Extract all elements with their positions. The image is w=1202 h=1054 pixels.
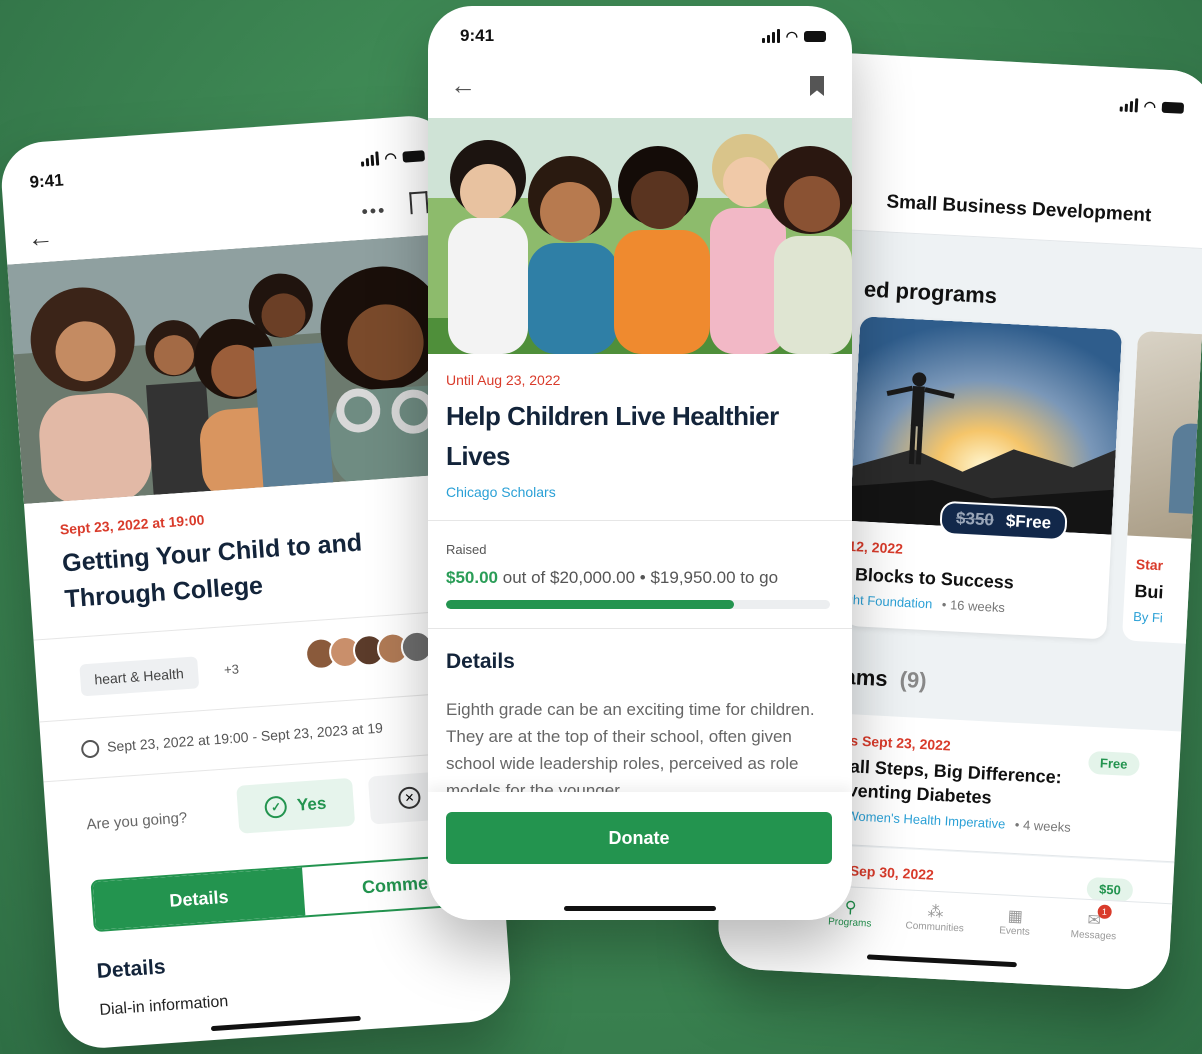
raised-label: Raised	[446, 542, 487, 557]
item1-badge: Free	[1087, 750, 1141, 777]
wifi-icon: ◠	[1143, 97, 1157, 115]
peek-card[interactable]: Star Bui By Fi	[1121, 330, 1202, 645]
card-date: 12, 2022	[848, 537, 904, 557]
card-org[interactable]: ght Foundation	[845, 592, 932, 612]
signal-icon	[360, 151, 380, 167]
featured-card[interactable]: $350 $Free 12, 2022 Blocks to Success gh…	[844, 316, 1123, 640]
list-count: (9)	[899, 666, 928, 694]
card-meta: • 16 weeks	[941, 596, 1006, 616]
bookmark-icon[interactable]	[810, 76, 824, 96]
progress-fill	[446, 600, 734, 609]
card-meta-row: ght Foundation • 16 weeks	[845, 592, 1005, 615]
item1-meta: • 4 weeks	[1014, 816, 1072, 835]
nav-communities[interactable]: ⁂ Communities	[894, 900, 976, 935]
back-arrow-icon[interactable]: ←	[450, 70, 476, 101]
battery-icon	[1161, 101, 1185, 114]
raised-summary: $50.00 out of $20,000.00 • $19,950.00 to…	[446, 568, 778, 588]
status-bar: 9:41 ◠	[28, 145, 426, 193]
attendee-avatars[interactable]	[304, 629, 434, 671]
battery-icon	[804, 30, 826, 42]
nav-messages-label: Messages	[1070, 929, 1117, 943]
divider	[428, 520, 852, 521]
messages-icon: ✉ 1	[1087, 904, 1112, 931]
dialin-label: Dial-in information	[98, 992, 229, 1019]
item1-date: rts Sept 23, 2022	[839, 731, 952, 754]
item1-title-line2: eventing Diabetes	[837, 779, 993, 808]
rsvp-yes-button[interactable]: ✓ Yes	[236, 777, 356, 834]
progress-track	[446, 600, 830, 609]
interest-tag[interactable]: heart & Health	[79, 656, 199, 697]
event-schedule: Sept 23, 2022 at 19:00 - Sept 23, 2023 a…	[106, 719, 384, 755]
tag-more-count[interactable]: +3	[224, 661, 240, 677]
details-body-clip: Eighth grade can be an exciting time for…	[446, 696, 836, 792]
donate-button[interactable]: Donate	[446, 812, 832, 864]
clock-icon	[80, 739, 100, 759]
list-heading: ams (9)	[843, 664, 927, 694]
tab-details[interactable]: Details	[92, 867, 306, 931]
item1-meta-row: k Women's Health Imperative • 4 weeks	[836, 808, 1071, 835]
price-old: $350	[955, 508, 995, 530]
card-title: Blocks to Success	[854, 564, 1015, 593]
home-indicator	[564, 906, 716, 911]
raised-amount: $50.00	[446, 568, 498, 587]
price-new: $Free	[1005, 511, 1052, 533]
status-bar: 9:41 ◠	[460, 26, 826, 46]
divider	[39, 689, 491, 723]
going-question: Are you going?	[85, 809, 188, 834]
event-title: Getting Your Child to and Through Colleg…	[61, 528, 363, 614]
wifi-icon: ◠	[785, 28, 798, 44]
message-count-badge: 1	[1097, 904, 1112, 920]
status-time: 9:41	[460, 26, 495, 45]
nav-messages[interactable]: ✉ 1 Messages	[1058, 904, 1130, 943]
rsvp-yes-label: Yes	[296, 793, 327, 815]
price-badge: $350 $Free	[939, 500, 1069, 542]
students-photo	[7, 233, 475, 504]
details-body: Eighth grade can be an exciting time for…	[446, 700, 815, 792]
peek-title: Bui	[1133, 580, 1165, 603]
nav-communities-label: Communities	[905, 920, 965, 935]
signal-icon	[761, 29, 780, 43]
details-heading: Details	[95, 955, 167, 984]
nav-events[interactable]: ▦ Events	[984, 905, 1046, 939]
deadline: Until Aug 23, 2022	[446, 372, 561, 388]
home-indicator	[866, 954, 1017, 968]
check-circle-icon: ✓	[264, 795, 288, 819]
divider	[428, 628, 852, 629]
calendar-icon: ▦	[1007, 907, 1024, 926]
peek-photo	[1127, 330, 1202, 540]
peek-org: By Fi	[1132, 608, 1164, 626]
status-icons: ◠	[360, 148, 426, 167]
featured-heading: ed programs	[863, 276, 998, 309]
status-icons: ◠	[761, 28, 826, 44]
bookmark-icon[interactable]	[409, 191, 429, 215]
signal-icon	[1119, 97, 1139, 113]
event-date: Sept 23, 2022 at 19:00	[59, 511, 205, 538]
center-phone: 9:41 ◠ ← Until Aug 23, 2022 Help Childre…	[428, 6, 852, 920]
sunrise-photo	[849, 316, 1123, 535]
raised-rest: out of $20,000.00 • $19,950.00 to go	[502, 568, 779, 587]
battery-icon	[402, 149, 426, 163]
close-circle-icon: ✕	[397, 786, 422, 810]
back-arrow-icon[interactable]: ←	[26, 221, 54, 254]
donate-footer: Donate	[428, 792, 852, 920]
nav-events-label: Events	[998, 925, 1031, 938]
home-indicator	[210, 1015, 361, 1032]
more-options-icon[interactable]: •••	[361, 200, 387, 223]
details-heading: Details	[446, 650, 515, 673]
status-time: 9:41	[28, 170, 65, 192]
organization-link[interactable]: Chicago Scholars	[446, 484, 556, 500]
item1-org[interactable]: k Women's Health Imperative	[836, 808, 1006, 832]
children-photo	[428, 118, 852, 354]
category-label: Small Business Development	[885, 191, 1152, 227]
campaign-title: Help Children Live Healthier Lives	[446, 401, 779, 472]
peek-date: Star	[1135, 555, 1164, 574]
wifi-icon: ◠	[383, 149, 398, 166]
